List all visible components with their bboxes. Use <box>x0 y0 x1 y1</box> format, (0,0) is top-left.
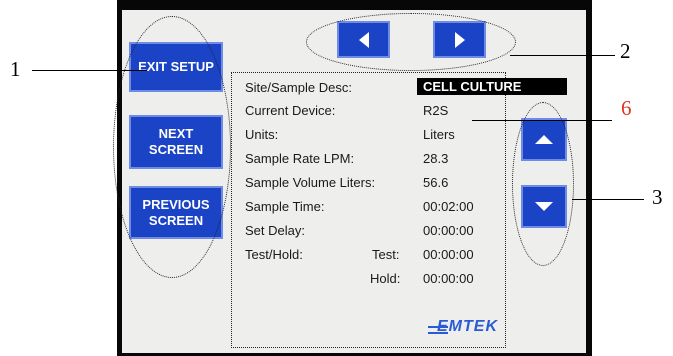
test-label: Test: <box>372 247 400 262</box>
callout-2-line <box>510 55 615 56</box>
field-label-sample-volume: Sample Volume Liters: <box>245 175 376 190</box>
field-label-sample-time: Sample Time: <box>245 199 325 214</box>
field-value-sample-time: 00:02:00 <box>423 199 474 214</box>
callout-1: 1 <box>10 57 21 81</box>
field-label-units: Units: <box>245 127 279 142</box>
hold-label: Hold: <box>370 271 401 286</box>
field-label-site: Site/Sample Desc: <box>245 80 352 95</box>
nav-buttons-outline <box>306 13 516 71</box>
field-value-device: R2S <box>423 103 449 118</box>
callout-2: 2 <box>620 39 631 63</box>
field-value-units: Liters <box>423 127 455 142</box>
field-label-set-delay: Set Delay: <box>245 223 305 238</box>
callout-3: 3 <box>652 185 663 209</box>
test-hold-label: Test/Hold: <box>245 247 303 262</box>
scroll-buttons-outline <box>512 102 574 266</box>
hold-value: 00:00:00 <box>423 271 474 286</box>
callout-3-line <box>572 199 644 200</box>
logo-stripes <box>428 326 448 334</box>
callout-6-line <box>472 120 612 121</box>
left-buttons-outline <box>113 16 231 278</box>
field-value-site[interactable]: CELL CULTURE <box>417 78 567 95</box>
callout-6: 6 <box>621 96 632 120</box>
callout-1-line <box>32 70 147 71</box>
field-value-set-delay: 00:00:00 <box>423 223 474 238</box>
field-label-device: Current Device: <box>245 103 336 118</box>
field-label-sample-rate: Sample Rate LPM: <box>245 151 355 166</box>
test-value: 00:00:00 <box>423 247 474 262</box>
field-value-sample-rate: 28.3 <box>423 151 449 166</box>
field-value-sample-volume: 56.6 <box>423 175 449 190</box>
